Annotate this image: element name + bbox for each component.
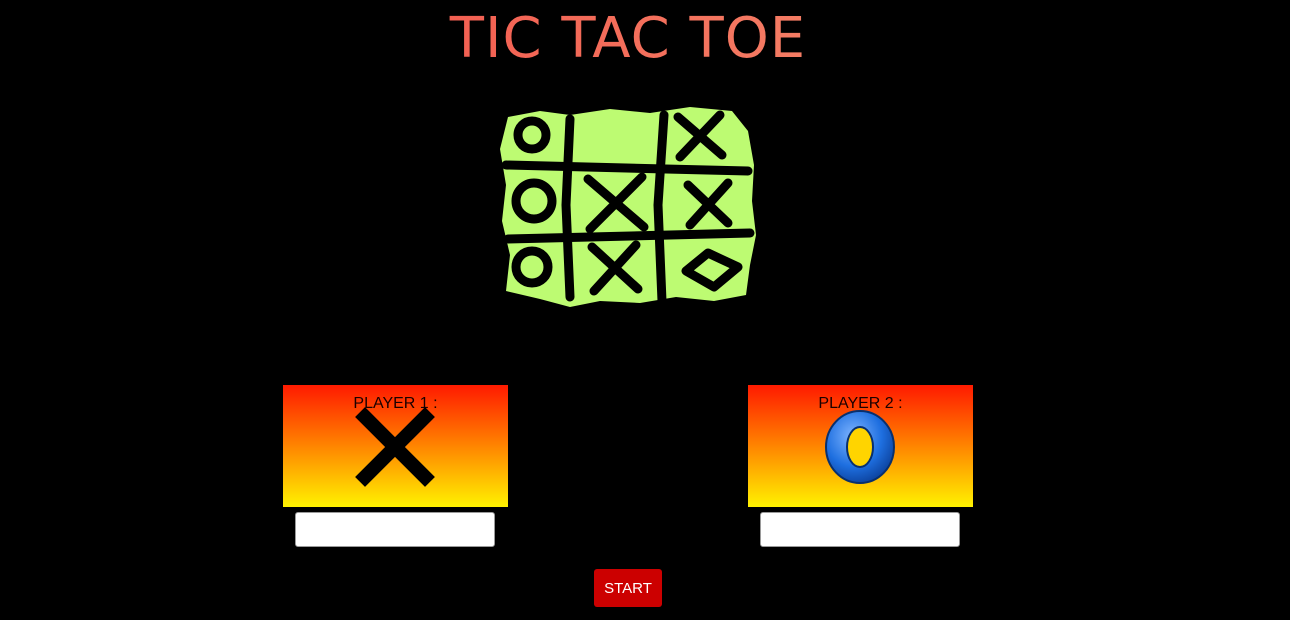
x-mark-icon [355, 407, 435, 487]
start-button[interactable]: START [594, 569, 662, 607]
player-2-name-input[interactable] [760, 512, 960, 547]
o-mark-icon [825, 410, 895, 484]
tic-tac-toe-board-icon [500, 107, 756, 307]
player-1-name-input[interactable] [295, 512, 495, 547]
player-2-card: PLAYER 2 : [748, 385, 973, 507]
player-1-card: PLAYER 1 : [283, 385, 508, 507]
game-title: TIC TAC TOE [0, 6, 1256, 71]
